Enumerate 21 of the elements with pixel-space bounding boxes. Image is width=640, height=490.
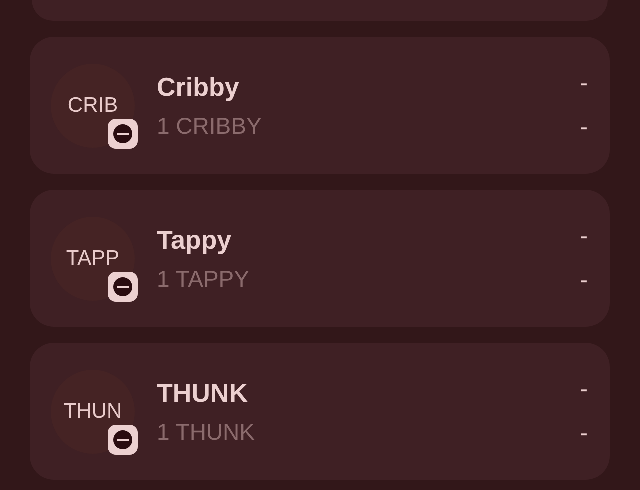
token-card[interactable]: CRIB Cribby 1 CRIBBY - - (30, 37, 610, 174)
token-name: THUNK (157, 378, 249, 408)
token-card[interactable]: TAPP Tappy 1 TAPPY - - (30, 190, 610, 327)
token-card[interactable]: THUN THUNK 1 THUNK - - (30, 343, 610, 480)
token-avatar: TAPP (51, 216, 135, 300)
token-amount: 1 TAPPY (157, 266, 250, 292)
token-value: - (580, 222, 588, 250)
token-name: Tappy (157, 224, 233, 256)
token-change: - (580, 420, 588, 448)
chain-badge-icon (107, 424, 139, 456)
token-name: Cribby (157, 72, 240, 102)
token-change: - (580, 114, 588, 142)
token-avatar: THUN (51, 370, 135, 454)
chain-badge-icon (107, 270, 139, 302)
token-value: - (580, 70, 588, 98)
chain-badge-icon (107, 118, 139, 150)
token-amount: 1 CRIBBY (157, 112, 263, 140)
token-change: - (580, 266, 588, 294)
token-value: - (580, 376, 588, 404)
token-avatar: CRIB (51, 64, 135, 148)
token-amount: 1 THUNK (157, 418, 256, 446)
